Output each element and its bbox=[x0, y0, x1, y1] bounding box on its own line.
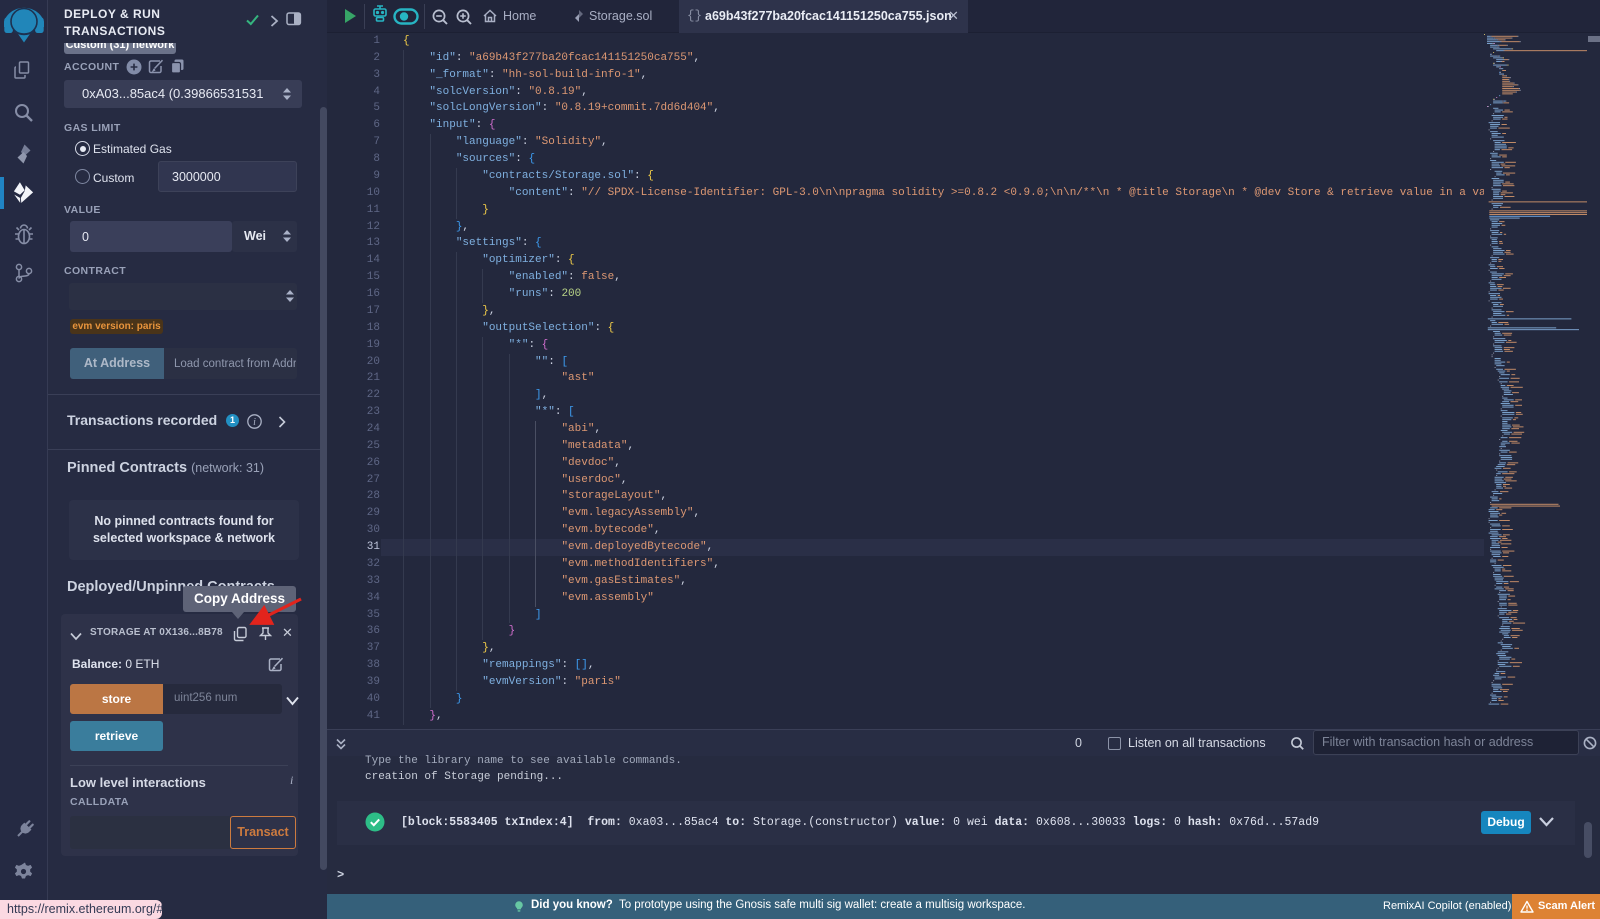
svg-text:i: i bbox=[290, 773, 293, 787]
svg-text:i: i bbox=[253, 417, 256, 428]
